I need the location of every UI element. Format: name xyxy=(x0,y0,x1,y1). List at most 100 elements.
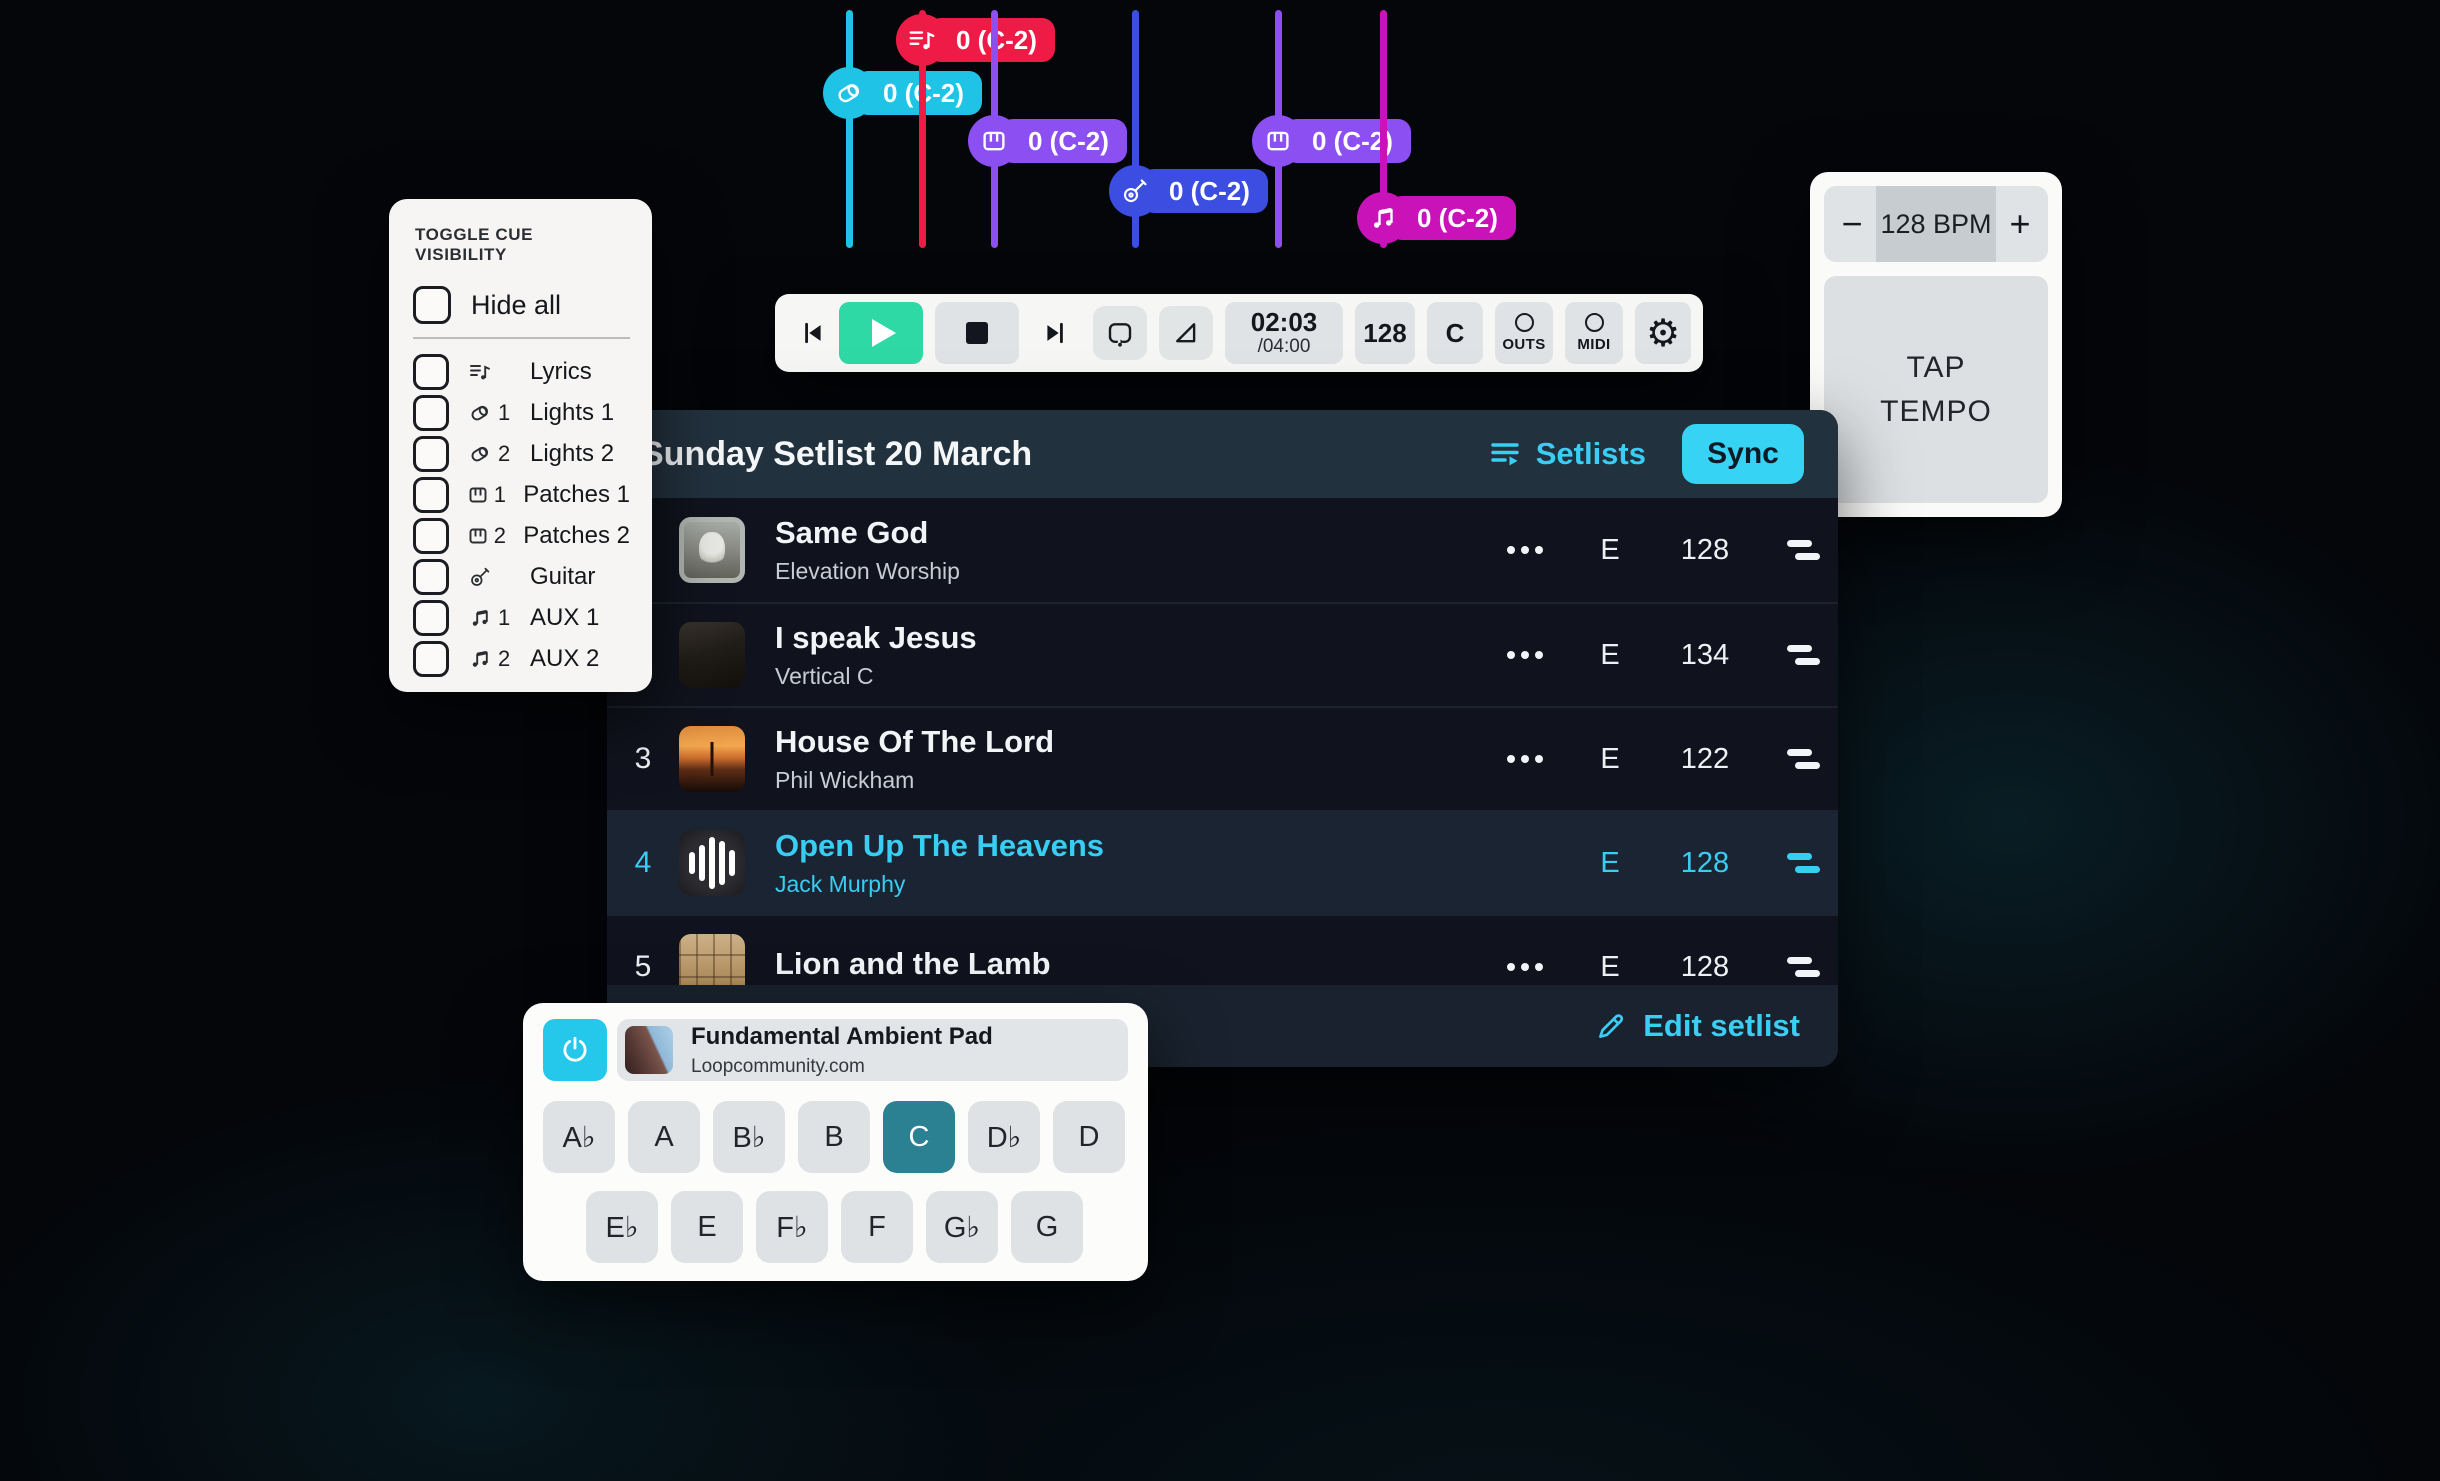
toggle-checkbox[interactable] xyxy=(413,518,449,554)
toggle-item-list: Lyrics1Lights 12Lights 21Patches 12Patch… xyxy=(413,351,630,679)
album-art-goat-portrait xyxy=(679,517,745,583)
pad-panel: Fundamental Ambient Pad Loopcommunity.co… xyxy=(523,1003,1148,1281)
pad-key-G[interactable]: G xyxy=(1011,1191,1083,1263)
setlists-label: Setlists xyxy=(1536,436,1646,472)
song-text: Lion and the Lamb xyxy=(775,946,1480,989)
time-current: 02:03 xyxy=(1251,308,1318,337)
toggle-checkbox[interactable] xyxy=(413,600,449,636)
song-number: 5 xyxy=(607,950,679,984)
power-icon xyxy=(559,1034,591,1066)
pad-key-Ab[interactable]: A♭ xyxy=(543,1101,615,1173)
note-icon xyxy=(1357,192,1409,244)
gear-icon: ⚙ xyxy=(1646,314,1680,352)
time-display[interactable]: 02:03 /04:00 xyxy=(1225,302,1343,364)
stop-button[interactable] xyxy=(935,302,1019,364)
pad-key-F[interactable]: F xyxy=(841,1191,913,1263)
song-title: I speak Jesus xyxy=(775,620,1480,656)
bpm-plus-button[interactable]: + xyxy=(1992,186,2048,262)
song-row-3[interactable]: 3House Of The LordPhil WickhamE122 xyxy=(607,706,1838,810)
bpm-value: 128 BPM xyxy=(1880,209,1991,240)
sync-button[interactable]: Sync xyxy=(1682,424,1804,484)
pad-key-D[interactable]: D xyxy=(1053,1101,1125,1173)
toggle-cue-visibility-panel: TOGGLE CUE VISIBILITY Hide all Lyrics1Li… xyxy=(389,199,652,692)
pad-key-Fb[interactable]: F♭ xyxy=(756,1191,828,1263)
song-drag-handle[interactable] xyxy=(1760,957,1838,977)
song-text: Same GodElevation Worship xyxy=(775,515,1480,585)
tap-tempo-button[interactable]: TAP TEMPO xyxy=(1824,276,2048,503)
lyrics-cue-badge[interactable]: 0 (C-2) xyxy=(896,14,1055,66)
loop-button[interactable] xyxy=(1093,306,1147,360)
song-options-button[interactable] xyxy=(1480,651,1570,659)
toggle-item-aux-2: 2AUX 2 xyxy=(413,638,630,679)
ramp-button[interactable] xyxy=(1159,306,1213,360)
song-options-button[interactable] xyxy=(1480,755,1570,763)
song-title: Same God xyxy=(775,515,1480,551)
song-drag-handle[interactable] xyxy=(1760,749,1838,769)
toggle-item-lyrics: Lyrics xyxy=(413,351,630,392)
song-bpm: 122 xyxy=(1650,743,1760,776)
pad-selector[interactable]: Fundamental Ambient Pad Loopcommunity.co… xyxy=(617,1019,1128,1081)
midi-button[interactable]: MIDI xyxy=(1565,302,1623,364)
note-icon xyxy=(465,647,495,671)
play-button[interactable] xyxy=(839,302,923,364)
song-row-1[interactable]: 1Same GodElevation WorshipE128 xyxy=(607,498,1838,602)
pad-key-C[interactable]: C xyxy=(883,1101,955,1173)
lights-1-cue-badge[interactable]: 0 (C-2) xyxy=(823,67,982,119)
tempo-button[interactable]: 128 xyxy=(1355,302,1415,364)
song-options-button[interactable] xyxy=(1480,963,1570,971)
edit-setlist-button[interactable]: Edit setlist xyxy=(1594,1008,1800,1044)
pad-key-E[interactable]: E xyxy=(671,1191,743,1263)
pad-key-A[interactable]: A xyxy=(628,1101,700,1173)
toggle-item-label: Patches 2 xyxy=(523,522,630,550)
hide-all-checkbox[interactable] xyxy=(413,286,451,324)
toggle-item-guitar: Guitar xyxy=(413,556,630,597)
pad-key-B[interactable]: B xyxy=(798,1101,870,1173)
song-row-4[interactable]: 4Open Up The HeavensJack MurphyE128 xyxy=(607,810,1838,914)
skip-forward-button[interactable] xyxy=(1041,319,1069,347)
midi-indicator-icon xyxy=(1585,313,1604,332)
toggle-checkbox[interactable] xyxy=(413,436,449,472)
setlists-link[interactable]: Setlists xyxy=(1487,436,1646,472)
pad-subtitle: Loopcommunity.com xyxy=(691,1057,993,1076)
aux-cue-badge[interactable]: 0 (C-2) xyxy=(1357,192,1516,244)
song-title: Lion and the Lamb xyxy=(775,946,1480,982)
outs-label: OUTS xyxy=(1502,336,1545,353)
pad-key-Db[interactable]: D♭ xyxy=(968,1101,1040,1173)
toggle-checkbox[interactable] xyxy=(413,395,449,431)
light-icon xyxy=(465,442,495,466)
pad-power-button[interactable] xyxy=(543,1019,607,1081)
patches-1-cue-badge[interactable]: 0 (C-2) xyxy=(968,115,1127,167)
guitar-icon xyxy=(1109,165,1161,217)
outs-button[interactable]: OUTS xyxy=(1495,302,1553,364)
settings-button[interactable]: ⚙ xyxy=(1635,302,1691,364)
loop-icon xyxy=(1105,318,1135,348)
toggle-checkbox[interactable] xyxy=(413,559,449,595)
pad-key-Gb[interactable]: G♭ xyxy=(926,1191,998,1263)
patches-2-cue-badge[interactable]: 0 (C-2) xyxy=(1252,115,1411,167)
setlist-title: Sunday Setlist 20 March xyxy=(641,435,1032,474)
song-text: House Of The LordPhil Wickham xyxy=(775,724,1480,794)
song-drag-handle[interactable] xyxy=(1760,853,1838,873)
song-bpm: 128 xyxy=(1650,534,1760,567)
pad-key-Bb[interactable]: B♭ xyxy=(713,1101,785,1173)
pad-key-Eb[interactable]: E♭ xyxy=(586,1191,658,1263)
bpm-minus-button[interactable]: − xyxy=(1824,186,1880,262)
toggle-checkbox[interactable] xyxy=(413,477,449,513)
song-row-2[interactable]: 2I speak JesusVertical CE134 xyxy=(607,602,1838,706)
key-button[interactable]: C xyxy=(1427,302,1483,364)
guitar-cue-badge[interactable]: 0 (C-2) xyxy=(1109,165,1268,217)
toggle-item-lights-2: 2Lights 2 xyxy=(413,433,630,474)
keys-icon xyxy=(968,115,1020,167)
toggle-item-number: 1 xyxy=(494,482,509,508)
song-drag-handle[interactable] xyxy=(1760,645,1838,665)
song-key: E xyxy=(1570,534,1650,567)
toggle-item-aux-1: 1AUX 1 xyxy=(413,597,630,638)
toggle-item-number: 1 xyxy=(498,400,516,426)
song-title: House Of The Lord xyxy=(775,724,1480,760)
song-drag-handle[interactable] xyxy=(1760,540,1838,560)
toggle-checkbox[interactable] xyxy=(413,641,449,677)
song-options-button[interactable] xyxy=(1480,546,1570,554)
outs-indicator-icon xyxy=(1515,313,1534,332)
toggle-checkbox[interactable] xyxy=(413,354,449,390)
skip-back-button[interactable] xyxy=(799,319,827,347)
